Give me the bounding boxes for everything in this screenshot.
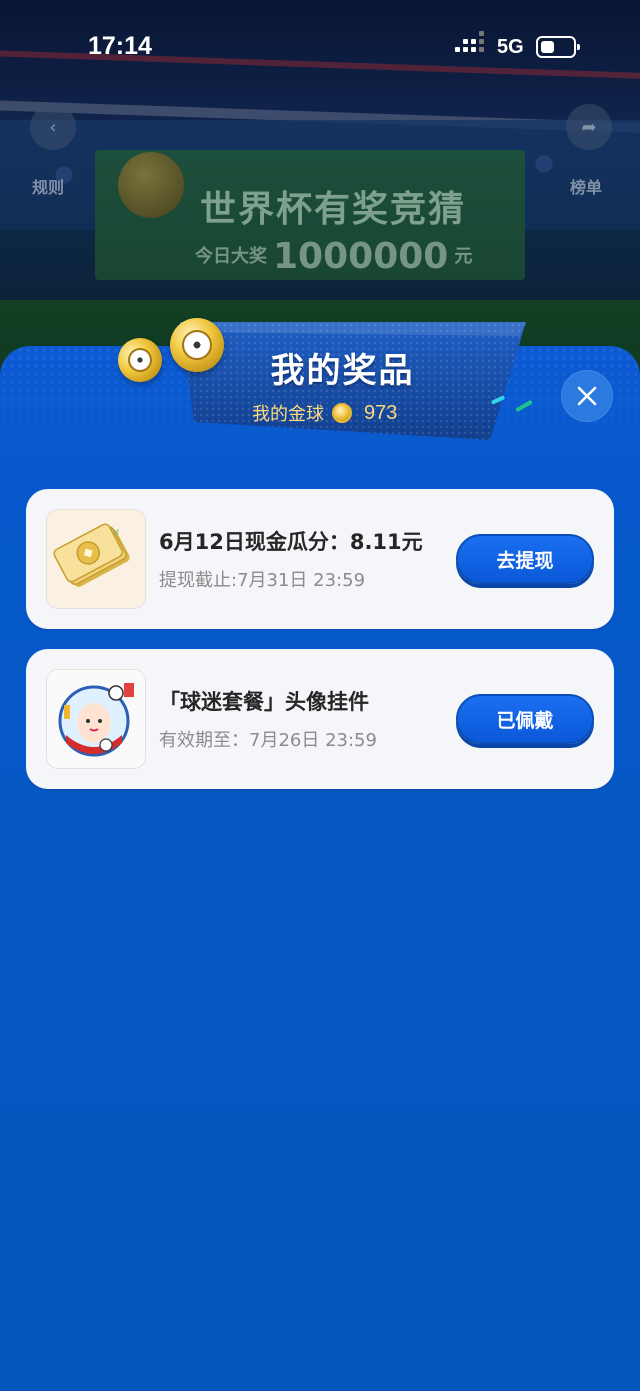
balance-value: 973: [364, 401, 398, 424]
event-banner-title: 世界杯有奖竞猜: [200, 189, 467, 230]
banner-unit: 元: [454, 246, 473, 267]
banner-amount: 1000000: [273, 236, 449, 277]
gold-coin-icon: [170, 318, 224, 372]
close-icon: [577, 386, 597, 406]
prize-card-cash: ¥ 6月12日现金瓜分：8.11元 提现截止:7月31日 23:59 去提现: [26, 489, 614, 629]
back-button: ‹: [30, 104, 76, 150]
prize-deadline: 提现截止:7月31日 23:59: [159, 570, 366, 591]
status-time: 17:14: [88, 32, 152, 60]
balance-label: 我的金球: [252, 404, 324, 425]
withdraw-button[interactable]: 去提现: [456, 534, 594, 584]
close-button[interactable]: [561, 370, 613, 422]
leaderboard-label: 榜单: [570, 178, 603, 197]
rules-label: 规则: [32, 178, 65, 197]
event-banner-subtitle: 今日大奖 1000000 元: [195, 236, 472, 277]
status-bar: 17:14 5G: [0, 0, 640, 92]
battery-icon: [536, 36, 580, 58]
banner-prefix: 今日大奖: [195, 246, 267, 267]
equipped-button[interactable]: 已佩戴: [456, 694, 594, 744]
prize-title: 「球迷套餐」头像挂件: [159, 690, 369, 714]
svg-text:¥: ¥: [113, 528, 119, 539]
share-icon: ➦: [581, 116, 597, 138]
share-button: ➦: [566, 104, 612, 150]
cash-icon: ¥: [46, 509, 146, 609]
avatar-pendant-icon: [46, 669, 146, 769]
network-type: 5G: [497, 36, 524, 58]
prize-validity: 有效期至：7月26日 23:59: [159, 730, 377, 751]
prize-title: 6月12日现金瓜分：8.11元: [159, 530, 423, 554]
banner-coin-icon: [118, 152, 184, 218]
panel-title: 我的奖品: [270, 351, 415, 391]
gold-ball-balance: 我的金球 973: [252, 400, 397, 426]
gold-ball-icon: [332, 403, 352, 423]
prize-card-avatar-pendant: 「球迷套餐」头像挂件 有效期至：7月26日 23:59 已佩戴: [26, 649, 614, 789]
signal-icon: [455, 31, 487, 58]
back-arrow-icon: ‹: [49, 116, 57, 138]
